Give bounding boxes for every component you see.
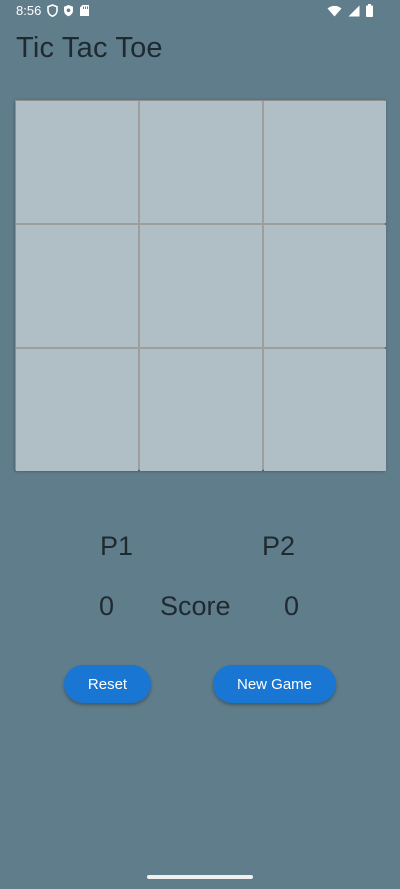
battery-icon bbox=[366, 4, 373, 17]
new-game-button[interactable]: New Game bbox=[213, 665, 336, 703]
signal-icon bbox=[348, 5, 360, 16]
sd-card-icon bbox=[80, 5, 89, 16]
board-cell-5[interactable] bbox=[140, 225, 262, 347]
gesture-nav-bar[interactable] bbox=[147, 875, 253, 879]
status-notification-icons bbox=[47, 4, 90, 17]
status-bar: 8:56 bbox=[0, 0, 400, 24]
board-cell-3[interactable] bbox=[264, 101, 386, 223]
board-cell-6[interactable] bbox=[264, 225, 386, 347]
board-cell-4[interactable] bbox=[16, 225, 138, 347]
board-cell-9[interactable] bbox=[264, 349, 386, 471]
board-cell-2[interactable] bbox=[140, 101, 262, 223]
score-label: Score bbox=[160, 591, 231, 621]
board-cell-1[interactable] bbox=[16, 101, 138, 223]
game-board bbox=[15, 100, 386, 471]
board-cell-8[interactable] bbox=[140, 349, 262, 471]
reset-button[interactable]: Reset bbox=[64, 665, 151, 703]
shield-outline-icon bbox=[47, 4, 58, 17]
status-time: 8:56 bbox=[16, 3, 42, 18]
wifi-icon bbox=[327, 5, 342, 16]
board-cell-7[interactable] bbox=[16, 349, 138, 471]
shield-filled-icon bbox=[64, 5, 73, 17]
player1-label: P1 bbox=[100, 531, 134, 561]
player2-score: 0 bbox=[284, 591, 300, 621]
status-system-icons bbox=[327, 4, 373, 17]
player2-label: P2 bbox=[262, 531, 296, 561]
player1-score: 0 bbox=[99, 591, 115, 621]
app-title: Tic Tac Toe bbox=[16, 32, 163, 64]
